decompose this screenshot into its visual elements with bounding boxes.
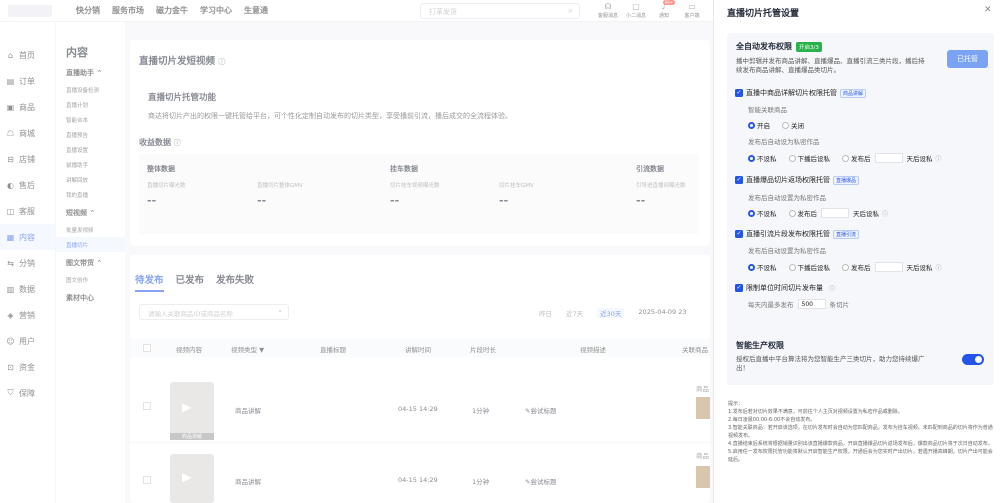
type-tag: 直播爆品 bbox=[833, 175, 860, 185]
limit-prefix: 每天内最多发布 bbox=[748, 301, 794, 309]
tip-item: 5.启用任一发布权限托管功能将默认开启智能生产权限，开通后会为您实时产出切片，若… bbox=[728, 449, 993, 463]
section1-checkbox[interactable]: ✓ 直播中商品详解切片权限托管 商品讲解 bbox=[735, 88, 867, 98]
radio-label: 发布后 bbox=[851, 264, 871, 272]
limit-suffix: 条切片 bbox=[829, 301, 850, 309]
auto-publish-title: 全自动发布权限 开启3/3 bbox=[736, 41, 822, 52]
checkbox-label: 直播中商品详解切片权限托管 bbox=[746, 89, 837, 97]
limit-checkbox[interactable]: ✓ 限制单位时间切片发布量 ⓘ bbox=[735, 283, 835, 293]
smart-title: 智能生产权限 bbox=[736, 341, 784, 350]
days-suffix: 天后设私 bbox=[906, 155, 933, 163]
days-input[interactable] bbox=[821, 208, 849, 218]
radio-no-private[interactable]: 不设私 bbox=[748, 153, 777, 163]
checkbox-label: 限制单位时间切片发布量 bbox=[746, 284, 823, 292]
drawer-title: 直播切片托管设置 bbox=[727, 9, 800, 19]
option-label: 发布后自动设置为私密作品 bbox=[748, 247, 826, 255]
days-suffix: 天后设私 bbox=[906, 264, 933, 272]
radio-dot bbox=[842, 154, 849, 162]
radio-dot bbox=[782, 121, 789, 129]
tip-item: 4.直播结束后系统将根据销量识别出该直播爆款商品，开启直播爆品切片返场发布后，爆… bbox=[728, 441, 993, 447]
radio-dot bbox=[748, 209, 755, 217]
tip-item: 2.每日凌晨00:00-6:00不会自动发布。 bbox=[728, 417, 816, 423]
smart-production-panel: 智能生产权限 授权后直播中平台算法将为您智能生产三类切片，助力您持续爆广出！ bbox=[727, 333, 994, 385]
tip-item: 3.智能关联商品：若开启该选项，在切片发布时会自动为您匹配商品，发布为挂车视频。… bbox=[728, 425, 993, 439]
help-icon[interactable]: ⓘ bbox=[829, 284, 835, 293]
radio-label: 不设私 bbox=[757, 210, 777, 218]
check-icon: ✓ bbox=[735, 284, 743, 292]
status-badge: 开启3/3 bbox=[796, 41, 822, 52]
smart-desc: 授权后直播中平台算法将为您智能生产三类切片，助力您持续爆广出！ bbox=[736, 355, 925, 372]
option-label: 发布后自动设置为私密作品 bbox=[748, 194, 826, 202]
radio-private-after-live[interactable]: 下播后设私 bbox=[788, 262, 831, 272]
help-icon[interactable]: ⓘ bbox=[936, 154, 942, 163]
radio-dot bbox=[748, 263, 755, 271]
radio-no-private[interactable]: 不设私 bbox=[748, 262, 777, 272]
tips-title: 提示： bbox=[728, 401, 744, 407]
close-icon[interactable]: ✕ bbox=[984, 5, 992, 15]
radio-private-after-live[interactable]: 下播后设私 bbox=[788, 153, 831, 163]
help-icon[interactable]: ⓘ bbox=[882, 209, 888, 218]
check-icon: ✓ bbox=[735, 89, 743, 97]
type-tag: 商品讲解 bbox=[840, 88, 867, 98]
private-radio-group: 不设私 下播后设私 发布后 天后设私 ⓘ bbox=[748, 262, 942, 272]
check-icon: ✓ bbox=[735, 230, 743, 238]
radio-dot bbox=[748, 121, 755, 129]
option-label: 发布后自动设为私密作品 bbox=[748, 138, 820, 146]
smart-link-radio-group: 开启 关闭 bbox=[748, 120, 816, 130]
radio-dot bbox=[842, 263, 849, 271]
private-radio-group: 不设私 下播后设私 发布后 天后设私 ⓘ bbox=[748, 153, 942, 163]
radio-label: 开启 bbox=[757, 122, 770, 130]
radio-dot bbox=[788, 263, 796, 271]
limit-input[interactable]: 500 bbox=[797, 299, 826, 309]
smart-production-toggle[interactable] bbox=[962, 354, 984, 365]
radio-dot bbox=[748, 154, 755, 162]
managed-button[interactable]: 已托管 bbox=[947, 50, 988, 68]
checkbox-label: 直播爆品切片返场权限托管 bbox=[746, 176, 830, 184]
radio-label: 发布后 bbox=[851, 155, 871, 163]
type-tag: 直播引流 bbox=[833, 229, 860, 239]
radio-label: 关闭 bbox=[791, 122, 804, 130]
section3-checkbox[interactable]: ✓ 直播引流片段发布权限托管 直播引流 bbox=[735, 229, 860, 239]
help-icon[interactable]: ⓘ bbox=[936, 263, 942, 272]
radio-label: 不设私 bbox=[757, 264, 777, 272]
check-icon: ✓ bbox=[735, 176, 743, 184]
radio-label: 下播后设私 bbox=[797, 264, 831, 272]
radio-no-private[interactable]: 不设私 bbox=[748, 208, 777, 218]
checkbox-label: 直播引流片段发布权限托管 bbox=[746, 230, 830, 238]
days-input[interactable] bbox=[874, 153, 903, 163]
radio-off[interactable]: 关闭 bbox=[782, 120, 804, 130]
tips-section: 提示： 1.发布后若对切片效果不满意，可前往个人主页对视频设置为私密作品或删除。… bbox=[728, 400, 994, 464]
private-radio-group: 不设私 发布后 天后设私 ⓘ bbox=[748, 208, 888, 218]
radio-on[interactable]: 开启 bbox=[748, 120, 770, 130]
radio-label: 下播后设私 bbox=[797, 155, 831, 163]
days-suffix: 天后设私 bbox=[853, 210, 879, 218]
limit-row: 每天内最多发布 500 条切片 bbox=[748, 299, 849, 309]
radio-dot bbox=[788, 209, 796, 217]
radio-private-after-days[interactable]: 发布后 bbox=[842, 153, 871, 163]
radio-dot bbox=[788, 154, 796, 162]
option-label: 智能关联商品 bbox=[748, 106, 787, 114]
days-input[interactable] bbox=[874, 262, 903, 272]
auto-publish-desc: 播中剪辑并发布商品讲解、直播爆品、直播引流三类片段，播后持续发布商品讲解、直播爆… bbox=[736, 57, 925, 74]
radio-private-after-days[interactable]: 发布后 bbox=[788, 208, 818, 218]
radio-label: 发布后 bbox=[797, 210, 818, 218]
radio-private-after-days[interactable]: 发布后 bbox=[842, 262, 871, 272]
tip-item: 1.发布后若对切片效果不满意，可前往个人主页对视频设置为私密作品或删除。 bbox=[728, 409, 903, 415]
radio-label: 不设私 bbox=[757, 155, 777, 163]
auto-title-text: 全自动发布权限 bbox=[736, 42, 792, 51]
section2-checkbox[interactable]: ✓ 直播爆品切片返场权限托管 直播爆品 bbox=[735, 175, 860, 185]
